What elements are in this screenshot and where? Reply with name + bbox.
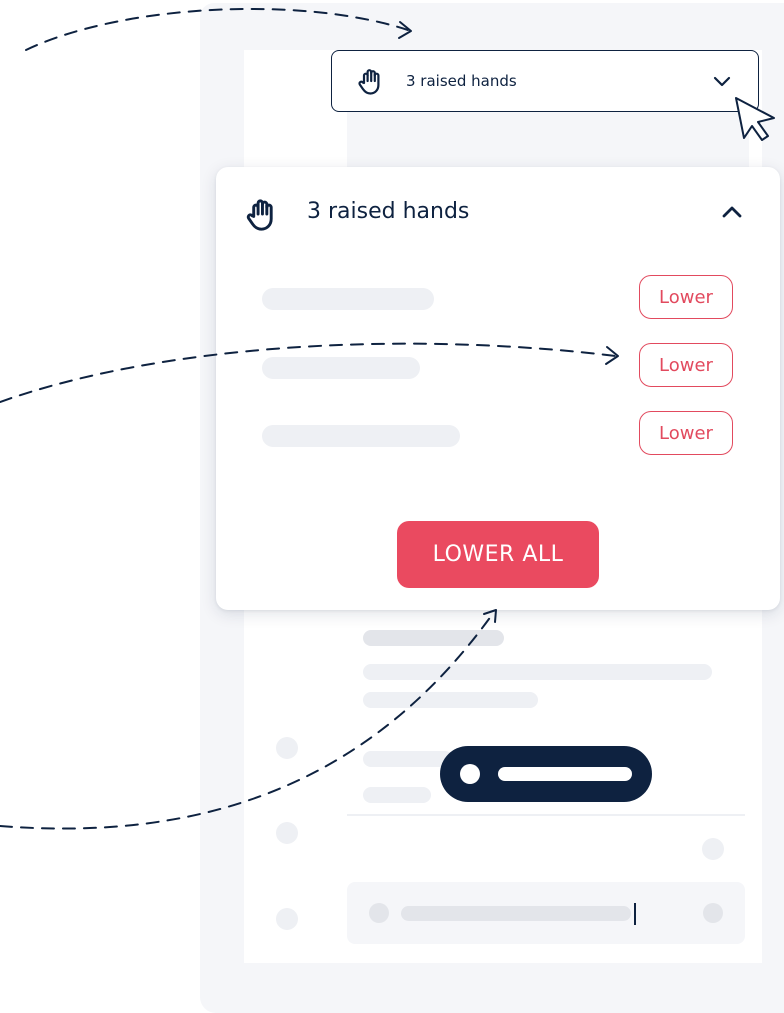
connector-arrows	[0, 7, 619, 830]
arrow-to-dropdown	[25, 7, 409, 51]
arrowhead	[483, 609, 497, 623]
arrow-to-lower-all	[0, 611, 495, 830]
arrow-to-lower-button	[0, 342, 617, 403]
